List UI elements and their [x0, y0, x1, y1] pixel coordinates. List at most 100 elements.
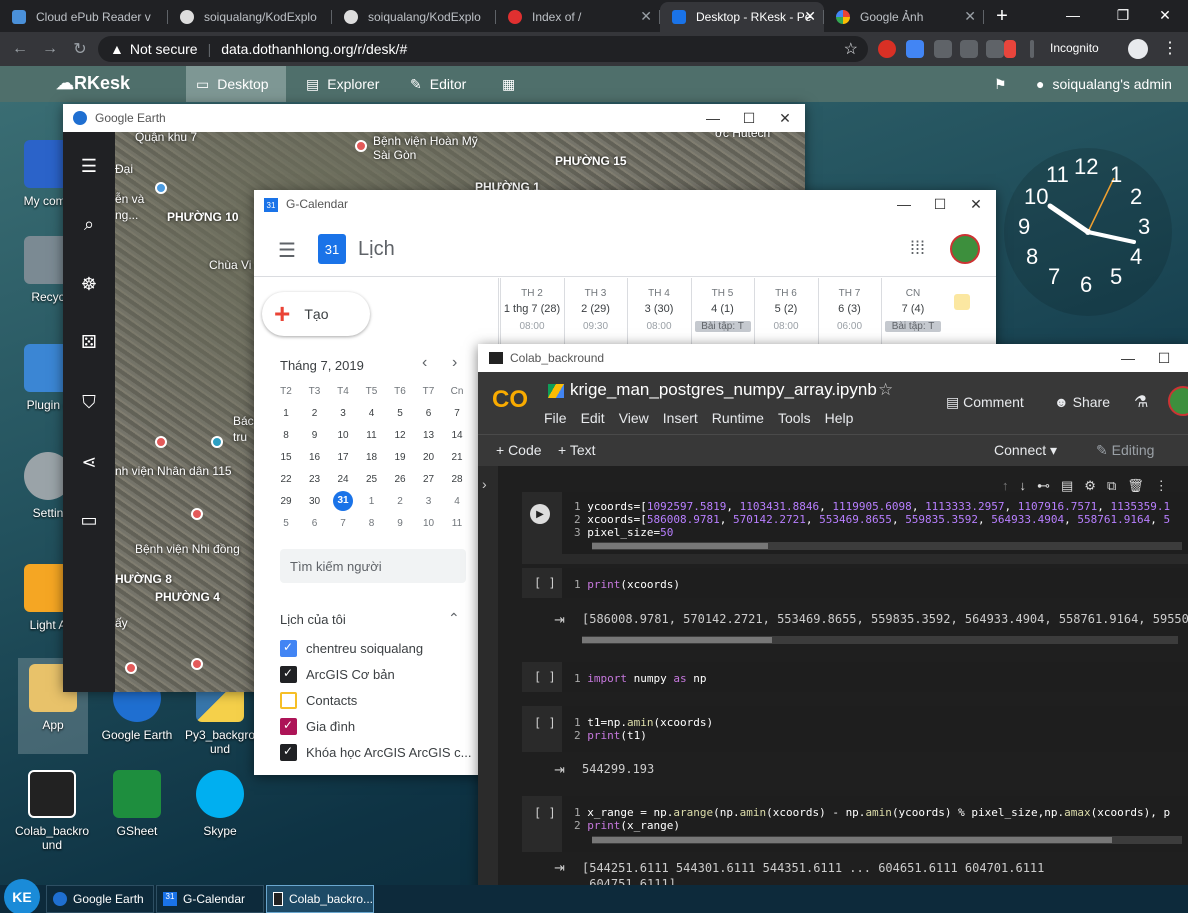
mini-calendar-day[interactable]: 23	[301, 474, 329, 485]
mini-calendar-day[interactable]: 11	[358, 430, 386, 441]
menu-runtime[interactable]: Runtime	[712, 410, 764, 426]
cell-execution-count[interactable]: [ ]	[534, 716, 556, 730]
mini-calendar-day[interactable]: 20	[415, 452, 443, 463]
chevron-up-icon[interactable]: ⌃	[448, 610, 460, 627]
map-pin-icon[interactable]	[191, 508, 203, 520]
code-editor[interactable]: 1 t1=np.amin(xcoords) 2 print(t1)	[562, 706, 1188, 752]
code-editor[interactable]: 1 x_range = np.arange(np.amin(xcoords) -…	[562, 796, 1188, 852]
browser-tab-google-photos[interactable]: Google Ảnh ✕	[824, 2, 984, 32]
browser-tab-epub[interactable]: Cloud ePub Reader v	[0, 2, 168, 32]
back-arrow-icon[interactable]: ←	[8, 37, 32, 61]
mini-calendar-day[interactable]: 14	[443, 430, 471, 441]
event-chip[interactable]: 08:00	[631, 321, 687, 332]
horizontal-scrollbar[interactable]	[592, 542, 1182, 550]
browser-tab-index[interactable]: Index of / ✕	[496, 2, 660, 32]
event-chip[interactable]: Bài tập: T	[694, 321, 751, 332]
connect-button[interactable]: Connect ▾	[994, 442, 1057, 459]
desktop-icon-colab[interactable]: Colab_backro und	[12, 770, 92, 852]
star-icon[interactable]: ☆	[878, 380, 893, 400]
taskbar-item-calendar[interactable]: 31 G-Calendar	[156, 885, 264, 913]
code-editor[interactable]: 1 print(xcoords)	[562, 568, 1188, 598]
menu-file[interactable]: File	[544, 410, 567, 426]
code-cell[interactable]: ▶ 1 ycoords=[1092597.5819, 1103431.8846,…	[522, 492, 1188, 564]
browser-close-button[interactable]: ✕	[1142, 0, 1188, 30]
mini-calendar-day[interactable]: 11	[443, 518, 471, 529]
side-panel-icon[interactable]	[954, 294, 970, 310]
horizontal-scrollbar[interactable]	[582, 636, 1178, 644]
mini-calendar-day[interactable]: 2	[301, 408, 329, 419]
mini-calendar-day[interactable]: 4	[358, 408, 386, 419]
menu-editor[interactable]: ✎ Editor	[400, 66, 476, 102]
mini-calendar-day[interactable]: 13	[415, 430, 443, 441]
avatar[interactable]	[1168, 386, 1188, 416]
mini-calendar-day[interactable]: 26	[386, 474, 414, 485]
window-titlebar[interactable]: 31 G-Calendar	[254, 190, 996, 218]
map-pin-icon[interactable]	[191, 658, 203, 670]
mini-calendar-day[interactable]: 15	[272, 452, 300, 463]
extension-icon[interactable]	[960, 40, 978, 58]
menu-help[interactable]: Help	[825, 410, 854, 426]
code-editor[interactable]: 1 import numpy as np	[562, 662, 1188, 692]
flag-button[interactable]: ⚑	[984, 66, 1017, 102]
menu-icon[interactable]: ☰	[77, 154, 101, 178]
week-day-column[interactable]: TH 4 3 (30) 08:00	[627, 278, 690, 348]
week-day-column[interactable]: TH 7 6 (3) 06:00	[817, 278, 881, 348]
mini-calendar-day[interactable]: 9	[386, 518, 414, 529]
extension-icon[interactable]	[986, 40, 1004, 58]
mini-calendar-day[interactable]: 5	[386, 408, 414, 419]
mini-calendar-day[interactable]: 16	[301, 452, 329, 463]
window-titlebar[interactable]: Google Earth	[63, 104, 805, 132]
week-day-column[interactable]: TH 5 4 (1) Bài tập: T	[690, 278, 754, 348]
mini-calendar-day[interactable]: 17	[329, 452, 357, 463]
horizontal-scrollbar[interactable]	[592, 836, 1182, 844]
minimize-button[interactable]: —	[1118, 348, 1138, 368]
create-button[interactable]: + Tạo	[262, 292, 370, 336]
voyager-helm-icon[interactable]: ☸	[77, 272, 101, 296]
calendar-checkbox[interactable]: ✓	[280, 744, 297, 761]
output-icon[interactable]: ⇥	[554, 612, 565, 628]
close-tab-icon[interactable]: ✕	[964, 8, 976, 25]
mini-calendar-day[interactable]: 8	[272, 430, 300, 441]
desktop-icon-gsheet[interactable]: GSheet	[97, 770, 177, 838]
notebook-title[interactable]: krige_man_postgres_numpy_array.ipynb	[570, 380, 877, 400]
flask-icon[interactable]: ⚗	[1134, 392, 1148, 412]
menu-edit[interactable]: Edit	[581, 410, 605, 426]
maximize-button[interactable]: ☐	[930, 194, 950, 214]
mini-calendar-day[interactable]: 3	[415, 496, 443, 507]
bookmark-icon[interactable]: ⛉	[77, 390, 101, 414]
close-tab-icon[interactable]: ✕	[804, 8, 816, 25]
extension-adblock-icon[interactable]	[878, 40, 896, 58]
code-cell[interactable]: [ ] 1 print(xcoords)	[522, 568, 1188, 598]
code-cell[interactable]: [ ] 1 t1=np.amin(xcoords) 2 print(t1)	[522, 706, 1188, 752]
maximize-button[interactable]: ☐	[1154, 348, 1174, 368]
mini-calendar-day[interactable]: 12	[386, 430, 414, 441]
calendar-checkbox[interactable]	[280, 692, 297, 709]
browser-maximize-button[interactable]: ❐	[1100, 0, 1146, 30]
week-day-column[interactable]: TH 3 2 (29) 09:30	[563, 278, 627, 348]
code-cell[interactable]: [ ] 1 x_range = np.arange(np.amin(xcoord…	[522, 796, 1188, 852]
map-pin-icon[interactable]	[125, 662, 137, 674]
calendar-checkbox[interactable]: ✓	[280, 666, 297, 683]
extension-icon[interactable]	[934, 40, 952, 58]
add-code-button[interactable]: + Code	[496, 442, 542, 458]
mini-calendar-day[interactable]: 5	[272, 518, 300, 529]
mini-calendar-day[interactable]: 24	[329, 474, 357, 485]
start-button[interactable]: KE	[4, 879, 40, 913]
menu-insert[interactable]: Insert	[663, 410, 698, 426]
menu-desktop[interactable]: ▭ Desktop	[186, 66, 286, 102]
event-chip[interactable]: 09:30	[568, 321, 624, 332]
close-button[interactable]: ✕	[966, 194, 986, 214]
mini-calendar-day[interactable]: 1	[272, 408, 300, 419]
main-menu-icon[interactable]: ☰	[278, 238, 296, 263]
close-tab-icon[interactable]: ✕	[640, 8, 652, 25]
mini-calendar-day[interactable]: 4	[443, 496, 471, 507]
menu-view[interactable]: View	[619, 410, 649, 426]
mini-calendar-day[interactable]: 1	[358, 496, 386, 507]
mini-calendar-day[interactable]: 2	[386, 496, 414, 507]
scroll-thumb[interactable]	[592, 837, 1112, 843]
search-icon[interactable]: ⌕	[77, 212, 101, 236]
menu-tools[interactable]: Tools	[778, 410, 811, 426]
prev-month-icon[interactable]: ‹	[422, 354, 427, 372]
bookmark-star-icon[interactable]: ☆	[844, 39, 858, 59]
add-text-button[interactable]: + Text	[558, 442, 596, 458]
